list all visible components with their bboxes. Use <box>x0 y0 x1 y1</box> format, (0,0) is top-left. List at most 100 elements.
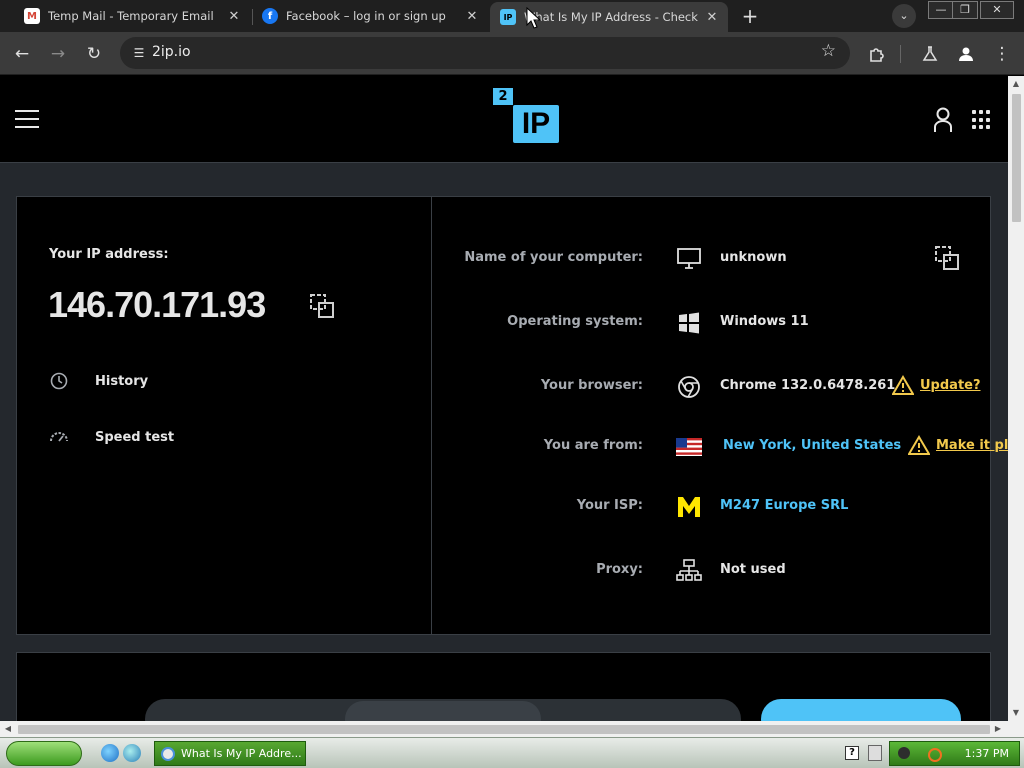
scroll-right-icon[interactable]: ▶ <box>990 721 1006 737</box>
tab-strip: M Temp Mail - Temporary Email ✕ f Facebo… <box>0 0 1024 32</box>
tab-search-chevron-icon[interactable]: ⌄ <box>892 4 916 28</box>
detail-row-os: Operating system: Windows 11 <box>433 308 991 338</box>
scroll-down-icon[interactable]: ▼ <box>1008 705 1024 721</box>
us-flag-icon <box>676 438 702 456</box>
taskbar: What Is My IP Addre... ? 1:37 PM <box>0 737 1024 768</box>
address-bar[interactable]: ☰ 2ip.io ☆ <box>120 37 850 69</box>
detail-value[interactable]: New York, United States <box>723 438 901 453</box>
tab-facebook[interactable]: f Facebook – log in or sign up ✕ <box>252 0 488 32</box>
chrome-icon <box>161 746 175 761</box>
apps-grid-icon[interactable] <box>972 110 992 130</box>
detail-value: Not used <box>720 562 786 577</box>
back-icon[interactable]: ← <box>9 41 35 67</box>
tab-temp-mail[interactable]: M Temp Mail - Temporary Email ✕ <box>14 0 250 32</box>
labs-icon[interactable] <box>917 41 943 67</box>
network-icon <box>676 559 702 581</box>
tool-tabs-bar[interactable] <box>145 699 741 721</box>
primary-action-button[interactable] <box>761 699 961 721</box>
profile-icon[interactable] <box>953 41 979 67</box>
isp-logo-icon <box>678 497 700 517</box>
logo-big-text: IP <box>513 105 559 143</box>
ip-panel: Your IP address: 146.70.171.93 History S… <box>17 197 432 634</box>
tab-title: Temp Mail - Temporary Email <box>48 9 214 23</box>
tray-app-icon[interactable] <box>898 747 910 759</box>
2ip-favicon-icon: IP <box>500 9 516 25</box>
user-account-icon[interactable] <box>932 107 954 133</box>
history-label: History <box>95 373 149 389</box>
copy-ip-icon[interactable] <box>309 293 335 319</box>
clock: 1:37 PM <box>964 747 1009 760</box>
reload-icon[interactable]: ↻ <box>81 41 107 67</box>
browser-update-link[interactable]: Update? <box>892 375 981 395</box>
warning-icon <box>908 435 930 455</box>
scroll-thumb[interactable] <box>1012 94 1021 222</box>
chrome-icon <box>678 376 700 398</box>
url-text[interactable]: 2ip.io <box>152 44 191 60</box>
new-tab-button[interactable]: + <box>737 3 763 29</box>
detail-label: Your ISP: <box>576 498 643 513</box>
mouse-cursor-icon <box>526 7 542 29</box>
vertical-scrollbar[interactable]: ▲ ▼ <box>1008 76 1024 721</box>
site-logo[interactable]: 2 IP <box>493 88 561 146</box>
detail-label: You are from: <box>543 438 643 453</box>
close-tab-icon[interactable]: ✕ <box>224 9 244 24</box>
scrollbar-corner <box>1008 721 1024 737</box>
detail-value: Windows 11 <box>720 314 809 329</box>
monitor-icon <box>677 248 701 269</box>
page-content: 2 IP Your IP address: 146.70.171.93 Hist… <box>0 76 1008 721</box>
maximize-button[interactable]: ❐ <box>952 1 978 19</box>
help-icon[interactable]: ? <box>845 746 859 760</box>
speed-test-label: Speed test <box>95 429 175 445</box>
start-button[interactable] <box>6 741 82 766</box>
detail-row-isp: Your ISP: M247 Europe SRL <box>433 492 991 522</box>
location-warning-link[interactable]: Make it pla <box>908 435 1008 455</box>
facebook-icon: f <box>262 8 278 24</box>
close-tab-icon[interactable]: ✕ <box>702 10 722 25</box>
menu-icon[interactable]: ⋮ <box>989 41 1015 67</box>
history-link[interactable]: History <box>49 371 148 391</box>
site-header: 2 IP <box>0 76 1008 163</box>
hamburger-menu-icon[interactable] <box>15 110 39 130</box>
ip-value[interactable]: 146.70.171.93 <box>48 284 266 326</box>
horizontal-scrollbar[interactable]: ◀ ▶ <box>0 721 1008 737</box>
detail-row-browser: Your browser: Chrome 132.0.6478.261 Upda… <box>433 372 991 402</box>
toolbar-divider <box>900 45 901 63</box>
taskbar-item-chrome[interactable]: What Is My IP Addre... <box>154 741 306 766</box>
minimize-button[interactable]: — <box>928 1 954 19</box>
star-icon[interactable]: ☆ <box>821 41 836 61</box>
windows-icon <box>679 312 699 334</box>
tray-toggle-icon[interactable] <box>868 745 882 761</box>
tool-tab-active[interactable] <box>345 701 541 721</box>
scroll-left-icon[interactable]: ◀ <box>0 721 16 737</box>
speed-test-link[interactable]: Speed test <box>49 427 174 447</box>
ie-icon[interactable] <box>101 744 119 762</box>
tab-title: Facebook – log in or sign up <box>286 9 446 23</box>
browser-toolbar: ← → ↻ ☰ 2ip.io ☆ ⋮ <box>0 32 1024 75</box>
search-icon[interactable] <box>928 748 942 762</box>
detail-row-proxy: Proxy: Not used <box>433 556 991 586</box>
history-icon <box>50 372 68 390</box>
forward-icon[interactable]: → <box>45 41 71 67</box>
ip-label: Your IP address: <box>49 247 169 262</box>
detail-value: Chrome 132.0.6478.261 <box>720 378 896 393</box>
gmail-icon: M <box>24 8 40 24</box>
scroll-up-icon[interactable]: ▲ <box>1008 76 1024 92</box>
update-link-label: Update? <box>920 377 981 393</box>
close-window-button[interactable]: ✕ <box>980 1 1014 19</box>
ip-info-card: Your IP address: 146.70.171.93 History S… <box>16 196 1008 635</box>
tune-icon[interactable]: ☰ <box>128 42 150 64</box>
tools-card <box>16 652 991 721</box>
tab-title: What Is My IP Address - Check your <box>524 10 702 24</box>
detail-label: Operating system: <box>507 314 643 329</box>
scroll-thumb[interactable] <box>18 725 990 734</box>
detail-row-computer: Name of your computer: unknown <box>433 244 991 274</box>
detail-label: Proxy: <box>596 562 643 577</box>
quicklaunch-icon[interactable] <box>123 744 141 762</box>
system-tray: 1:37 PM <box>889 741 1020 766</box>
speedometer-icon <box>50 432 68 442</box>
extensions-icon[interactable] <box>864 41 890 67</box>
close-tab-icon[interactable]: ✕ <box>462 9 482 24</box>
location-warning-label: Make it pla <box>936 437 1008 453</box>
detail-row-location: You are from: New York, United States Ma… <box>433 432 1008 462</box>
detail-value[interactable]: M247 Europe SRL <box>720 498 848 513</box>
